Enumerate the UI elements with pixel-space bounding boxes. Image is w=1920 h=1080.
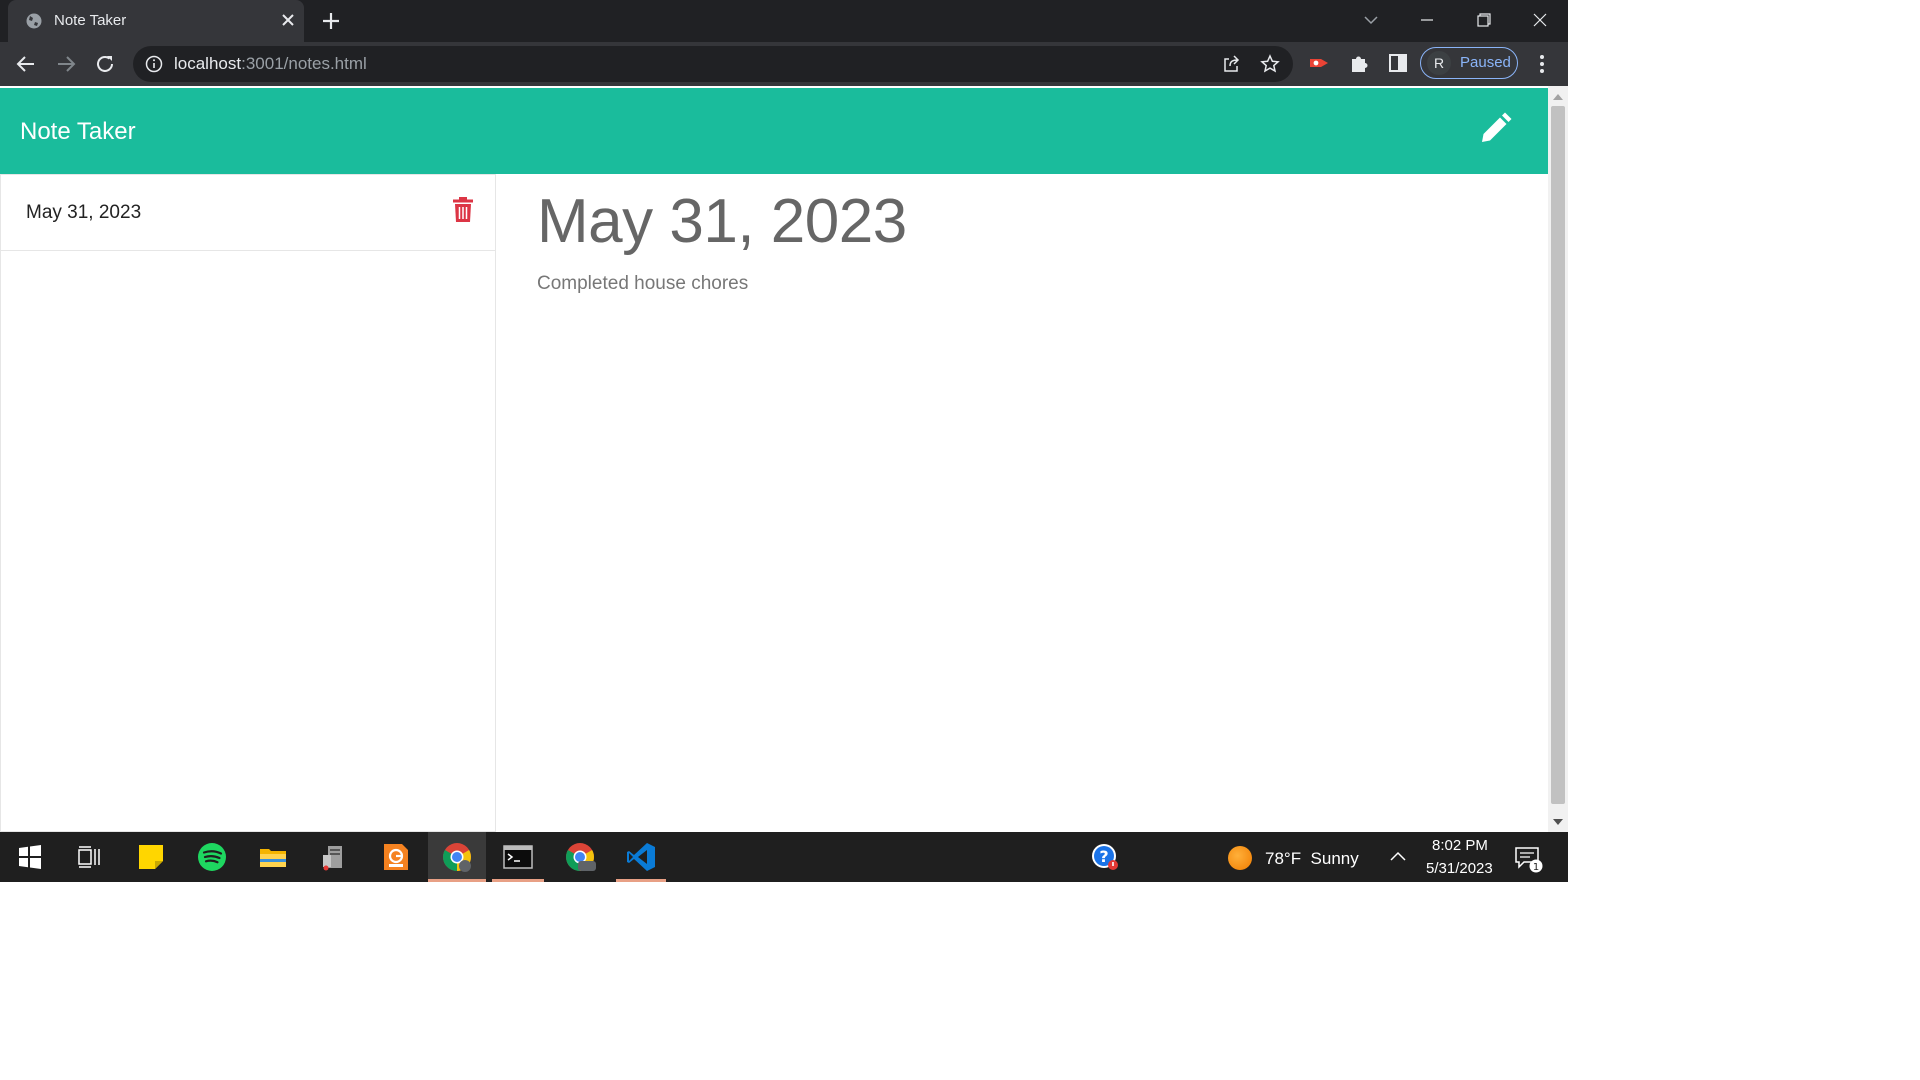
tab-title: Note Taker: [54, 12, 127, 29]
server-tool-icon[interactable]: [318, 841, 350, 873]
close-tab-icon[interactable]: [278, 10, 298, 30]
chrome-dev-icon[interactable]: [564, 841, 596, 873]
bookmark-star-icon[interactable]: [1260, 54, 1280, 74]
restore-icon[interactable]: [1470, 8, 1496, 32]
terminal-running-indicator: [492, 879, 544, 882]
task-view-icon[interactable]: [73, 841, 105, 873]
terminal-icon[interactable]: [502, 841, 534, 873]
notes-list: May 31, 2023: [0, 174, 496, 832]
notification-count: 1: [1533, 862, 1539, 873]
weather-condition: Sunny: [1310, 849, 1359, 868]
clock-time[interactable]: 8:02 PM: [1432, 837, 1488, 854]
weather-sun-icon[interactable]: [1228, 846, 1252, 870]
forward-arrow-icon[interactable]: [54, 52, 78, 76]
minimize-icon[interactable]: [1414, 8, 1440, 32]
help-notification-icon[interactable]: ?: [1089, 841, 1121, 873]
profile-avatar: R: [1427, 51, 1451, 75]
chrome-profile-icon[interactable]: [441, 841, 473, 873]
note-detail: May 31, 2023 Completed house chores: [497, 174, 1548, 832]
site-info-icon[interactable]: [145, 55, 163, 73]
browser-toolbar: localhost:3001/notes.html R Paused: [0, 42, 1568, 86]
scroll-up-arrow-icon[interactable]: [1553, 93, 1563, 101]
note-title[interactable]: May 31, 2023: [537, 186, 907, 257]
back-arrow-icon[interactable]: [14, 52, 38, 76]
windows-start-icon[interactable]: [14, 841, 46, 873]
svg-text:?: ?: [1099, 847, 1108, 866]
screen-recorder-extension-icon[interactable]: [1308, 52, 1330, 74]
share-icon[interactable]: [1221, 54, 1241, 74]
note-list-title[interactable]: May 31, 2023: [26, 202, 141, 224]
app-brand[interactable]: Note Taker: [20, 118, 136, 146]
browser-menu-icon[interactable]: [1532, 52, 1552, 76]
spotify-icon[interactable]: [196, 841, 228, 873]
show-hidden-icons-chevron-icon[interactable]: [1382, 841, 1414, 873]
close-window-icon[interactable]: [1527, 8, 1553, 32]
sticky-notes-icon[interactable]: [135, 841, 167, 873]
page-viewport: Note Taker May 31, 2023 May 31, 2023 Com…: [0, 86, 1548, 832]
profile-status: Paused: [1460, 54, 1511, 71]
list-item[interactable]: May 31, 2023: [1, 175, 495, 251]
tab-search-chevron-icon[interactable]: [1358, 8, 1384, 32]
chrome-running-indicator: [428, 879, 486, 882]
url-host: localhost: [174, 54, 242, 73]
new-note-pencil-icon[interactable]: [1478, 112, 1512, 146]
page-scrollbar[interactable]: [1548, 86, 1568, 832]
browser-tab-bar: Note Taker: [0, 0, 1568, 42]
new-tab-icon[interactable]: [320, 10, 342, 32]
app-navbar: Note Taker: [0, 88, 1548, 174]
address-bar[interactable]: localhost:3001/notes.html: [133, 46, 1293, 82]
windows-taskbar: ? 78°F Sunny 8:02 PM 5/31/2023 1: [0, 832, 1568, 882]
side-panel-icon[interactable]: [1387, 52, 1409, 74]
pdf-editor-icon[interactable]: [380, 841, 412, 873]
reload-icon[interactable]: [93, 52, 117, 76]
browser-tab[interactable]: Note Taker: [8, 0, 304, 42]
notification-center-icon[interactable]: 1: [1512, 841, 1544, 873]
profile-button[interactable]: R Paused: [1420, 47, 1518, 79]
weather-text[interactable]: 78°F Sunny: [1265, 849, 1359, 869]
file-explorer-icon[interactable]: [257, 841, 289, 873]
scrollbar-thumb[interactable]: [1551, 106, 1565, 804]
clock-date[interactable]: 5/31/2023: [1426, 860, 1493, 877]
url-path: :3001/notes.html: [241, 54, 367, 73]
note-text[interactable]: Completed house chores: [537, 273, 748, 295]
vscode-running-indicator: [616, 879, 666, 882]
scroll-down-arrow-icon[interactable]: [1553, 818, 1563, 826]
url-text[interactable]: localhost:3001/notes.html: [174, 54, 367, 74]
trash-icon[interactable]: [451, 197, 475, 223]
vscode-icon[interactable]: [625, 841, 657, 873]
globe-icon: [26, 13, 42, 29]
extensions-puzzle-icon[interactable]: [1348, 52, 1370, 74]
weather-temp: 78°F: [1265, 849, 1302, 868]
